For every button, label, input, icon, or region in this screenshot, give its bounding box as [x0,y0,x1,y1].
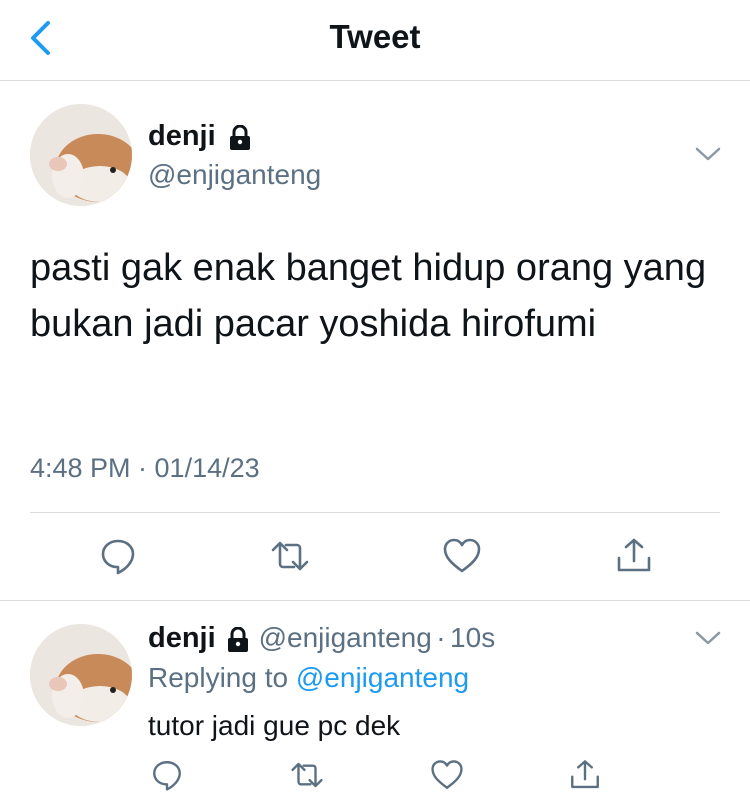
replying-to-link[interactable]: @enjiganteng [296,662,469,693]
reply-header: denji @enjiganteng · 10s [148,622,495,658]
reply-share-button[interactable] [568,758,602,792]
divider [30,512,720,513]
reply-icon [101,539,135,575]
tweet-text: pasti gak enak banget hidup orang yang b… [30,247,707,345]
share-button[interactable] [614,536,654,576]
reply-like-button[interactable] [430,758,464,792]
retweet-icon [291,762,323,788]
like-button[interactable] [442,536,482,576]
replying-to-line: Replying to @enjiganteng [148,662,469,694]
reply-username-handle[interactable]: @enjiganteng [259,622,432,653]
like-icon [443,538,481,573]
reply-retweet-button[interactable] [290,758,324,792]
separator-dot: · [436,622,446,653]
reply-button[interactable] [98,536,138,576]
lock-icon [228,124,252,156]
reply-display-name[interactable]: denji [148,622,216,654]
share-icon [617,538,651,572]
lock-icon [226,626,250,658]
tweet-options-button[interactable] [694,144,722,164]
username-handle[interactable]: @enjiganteng [148,159,321,191]
avatar-image [30,624,132,726]
reply-icon [153,761,181,791]
avatar[interactable] [30,104,132,206]
page-title: Tweet [329,18,421,55]
display-name[interactable]: denji [148,120,216,152]
chevron-down-icon [695,631,721,645]
tweet-timestamp[interactable]: 4:48 PM · 01/14/23 [30,453,260,484]
retweet-button[interactable] [270,536,310,576]
reply-options-button[interactable] [694,628,722,648]
reply-avatar[interactable] [30,624,132,726]
share-icon [571,760,599,789]
retweet-icon [271,541,309,571]
reply-age: 10s [450,622,496,653]
chevron-down-icon [695,147,721,161]
avatar-image [30,104,132,206]
divider [0,600,750,601]
like-icon [431,760,463,789]
replying-to-label: Replying to [148,662,296,693]
reply-text: tutor jadi gue pc dek [148,710,401,741]
reply-reply-button[interactable] [150,758,184,792]
